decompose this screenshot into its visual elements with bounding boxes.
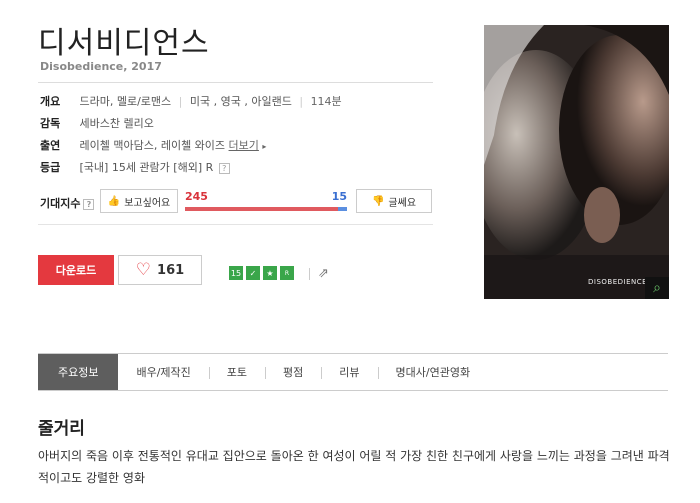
help-icon[interactable]: ? bbox=[83, 198, 95, 210]
cast-row: 출연 레이첼 맥아담스, 레이첼 와이즈 더보기 ▸ bbox=[40, 137, 266, 153]
tab-cast-crew[interactable]: 배우/제작진 bbox=[118, 354, 208, 390]
overview-label: 개요 bbox=[40, 95, 61, 108]
r-rating-badge: R bbox=[280, 266, 294, 280]
rating-foreign: [해외] R bbox=[173, 161, 214, 174]
tab-quotes-related[interactable]: 명대사/연관영화 bbox=[377, 354, 489, 390]
thumbs-down-icon: 👎 bbox=[371, 195, 385, 207]
rating-label: 등급 bbox=[40, 161, 61, 174]
heart-icon: ♡ bbox=[135, 260, 152, 280]
thumbs-up-icon: 👍 bbox=[107, 195, 121, 207]
check-badge: ✓ bbox=[246, 266, 260, 280]
not-sure-button[interactable]: 👎 글쎄요 bbox=[356, 189, 432, 213]
rating-domestic: [국내] 15세 관람가 bbox=[79, 161, 170, 174]
synopsis-text: 아버지의 죽음 이후 전통적인 유대교 집안으로 돌아온 한 여성이 어릴 적 … bbox=[38, 449, 670, 485]
want-label: 보고싶어요 bbox=[124, 197, 171, 209]
poster-title: DISOBEDIENCE bbox=[588, 278, 648, 286]
separator: | bbox=[299, 95, 304, 108]
want-count: 245 bbox=[185, 190, 208, 203]
genre-link[interactable]: 드라마, 멜로/로맨스 bbox=[80, 95, 172, 108]
divider bbox=[38, 82, 433, 83]
poster-image bbox=[484, 25, 669, 299]
director-link[interactable]: 세바스찬 렐리오 bbox=[80, 117, 154, 130]
notwant-label: 글쎄요 bbox=[388, 197, 417, 209]
notwant-bar-fill bbox=[337, 207, 347, 211]
tab-rating[interactable]: 평점 bbox=[265, 354, 321, 390]
chevron-right-icon: ▸ bbox=[262, 142, 267, 151]
expect-label: 기대지수 bbox=[40, 197, 81, 210]
director-row: 감독 세바스찬 렐리오 bbox=[40, 115, 154, 131]
divider bbox=[38, 224, 433, 225]
expect-bar: 245 15 bbox=[185, 190, 347, 211]
help-icon[interactable]: ? bbox=[218, 163, 230, 174]
share-icon[interactable]: ⇗ bbox=[318, 266, 329, 281]
age-15-badge: 15 bbox=[229, 266, 243, 280]
download-button[interactable]: 다운로드 bbox=[38, 255, 114, 285]
star-badge: ★ bbox=[263, 266, 277, 280]
director-label: 감독 bbox=[40, 117, 61, 130]
more-cast-link[interactable]: 더보기 bbox=[229, 139, 259, 152]
movie-poster[interactable]: DISOBEDIENCE ⌕ bbox=[484, 25, 669, 299]
want-to-see-button[interactable]: 👍 보고싶어요 bbox=[100, 189, 178, 213]
notwant-count: 15 bbox=[331, 190, 347, 203]
separator: | bbox=[178, 95, 183, 108]
divider bbox=[309, 268, 310, 280]
cast-link[interactable]: 레이첼 맥아담스, 레이첼 와이즈 bbox=[80, 139, 226, 152]
country-link[interactable]: 미국 , 영국 , 아일랜드 bbox=[190, 95, 292, 108]
synopsis-heading: 줄거리 bbox=[38, 419, 85, 439]
movie-subtitle: Disobedience, 2017 bbox=[40, 60, 162, 73]
want-bar-fill bbox=[185, 207, 338, 211]
badge-row: 15 ✓ ★ R bbox=[229, 266, 294, 280]
expect-label-wrap: 기대지수? bbox=[40, 195, 95, 211]
overview-row: 개요 드라마, 멜로/로맨스 | 미국 , 영국 , 아일랜드 | 114분 bbox=[40, 93, 342, 109]
tab-main-info[interactable]: 주요정보 bbox=[38, 354, 119, 390]
tab-photo[interactable]: 포토 bbox=[208, 354, 265, 390]
tab-review[interactable]: 리뷰 bbox=[321, 354, 377, 390]
runtime-text: 114분 bbox=[310, 95, 342, 108]
movie-title: 디서비디언스 bbox=[38, 26, 210, 61]
cast-label: 출연 bbox=[40, 139, 61, 152]
tab-bar: 주요정보 배우/제작진 포토 평점 리뷰 명대사/연관영화 bbox=[38, 353, 668, 391]
rating-row: 등급 [국내] 15세 관람가 [해외] R ? bbox=[40, 159, 230, 175]
like-count: 161 bbox=[157, 262, 185, 278]
like-button[interactable]: ♡ 161 bbox=[118, 255, 202, 285]
zoom-search-icon[interactable]: ⌕ bbox=[645, 277, 669, 299]
